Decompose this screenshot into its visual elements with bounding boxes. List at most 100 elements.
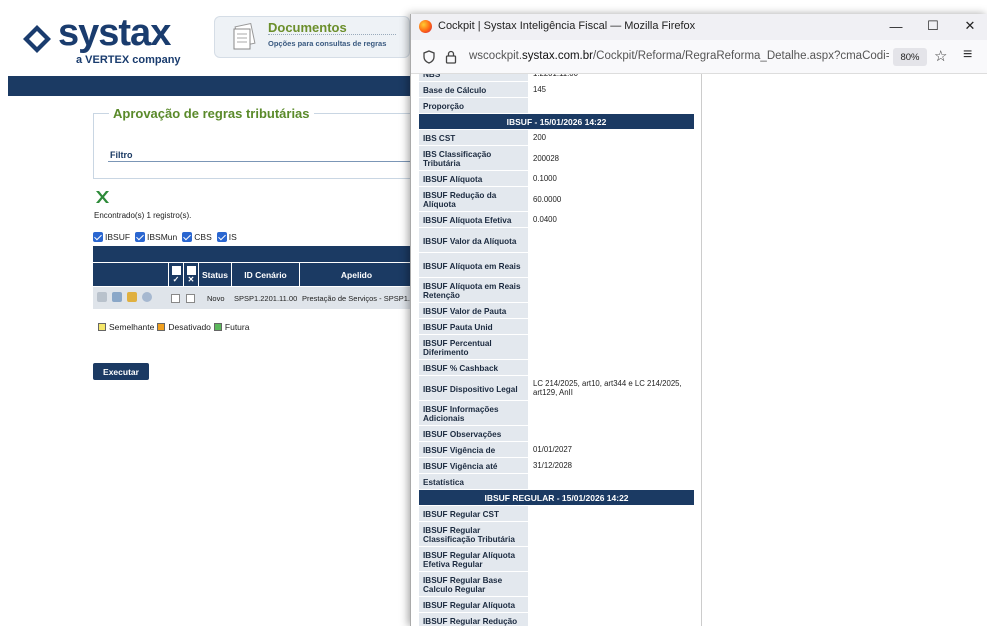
detail-row: IBS CST 200 — [419, 130, 694, 145]
zoom-level[interactable]: 80% — [893, 48, 927, 66]
edit-icon[interactable] — [127, 292, 137, 302]
logo-subtitle: a VERTEX company — [76, 54, 181, 66]
window-title: Cockpit | Systax Inteligência Fiscal — M… — [438, 20, 696, 32]
detail-row: IBSUF Observações — [419, 426, 694, 441]
detail-value — [531, 253, 694, 277]
detail-value: 200 — [533, 133, 547, 142]
details-icon[interactable] — [142, 292, 152, 302]
url-text[interactable]: wscockpit.systax.com.br/Cockpit/Reforma/… — [469, 50, 889, 62]
id-cenario-column-header[interactable]: ID Cenário — [231, 263, 299, 287]
detail-label: IBSUF % Cashback — [419, 360, 528, 375]
excel-export-icon[interactable] — [95, 190, 109, 204]
detail-label: IBS CST — [419, 130, 528, 145]
detail-row: IBSUF Alíquota Efetiva 0.0400 — [419, 212, 694, 227]
lock-icon[interactable] — [445, 50, 457, 64]
documents-icon — [233, 23, 256, 50]
shield-icon[interactable] — [423, 50, 435, 64]
view-icon[interactable] — [112, 292, 122, 302]
detail-label: Base de Cálculo — [419, 82, 528, 97]
section-header: IBSUF REGULAR - 15/01/2026 14:22 — [419, 490, 694, 505]
ibsuf-checkbox[interactable] — [93, 232, 103, 242]
detail-value — [531, 303, 694, 318]
detail-label: Proporção — [419, 98, 528, 113]
print-icon[interactable] — [97, 292, 107, 302]
status-column-header[interactable]: Status — [198, 263, 231, 287]
detail-label: NBS — [419, 74, 528, 81]
row-apelido: Prestação de Serviços - SPSP1.2 — [302, 293, 413, 303]
execute-button[interactable]: Executar — [93, 363, 149, 380]
detail-value — [531, 335, 694, 359]
detail-row: IBSUF Regular Base Calculo Regular — [419, 572, 694, 596]
systax-logo[interactable]: systax a VERTEX company — [22, 12, 182, 68]
detail-row: IBSUF Vigência até 31/12/2028 — [419, 458, 694, 473]
detail-label: IBSUF Alíquota Efetiva — [419, 212, 528, 227]
apelido-column-header[interactable]: Apelido — [299, 263, 413, 287]
is-checkbox[interactable] — [216, 232, 227, 242]
detail-value — [531, 613, 694, 626]
maximize-icon[interactable]: ☐ — [922, 16, 944, 36]
documentos-menu[interactable]: Documentos Opções para consultas de regr… — [214, 16, 410, 58]
detail-value — [531, 360, 694, 375]
semelhante-swatch — [98, 323, 106, 331]
table-row[interactable]: Novo SPSP1.2201.11.00 Prestação de Servi… — [93, 287, 413, 309]
detail-value — [531, 547, 694, 571]
ibsuf-label: IBSUF — [105, 232, 131, 242]
row-reject-checkbox[interactable] — [186, 287, 195, 309]
menu-icon[interactable]: ≡ — [963, 46, 972, 64]
detail-label: IBSUF Regular CST — [419, 506, 528, 521]
reject-all-checkbox[interactable] — [186, 266, 196, 275]
window-titlebar[interactable]: Cockpit | Systax Inteligência Fiscal — M… — [411, 14, 987, 40]
dotted-divider — [268, 34, 396, 35]
futura-label: Futura — [224, 322, 250, 332]
check-icon: ✓ — [172, 275, 180, 284]
cbs-checkbox[interactable] — [182, 232, 193, 242]
desativado-label: Desativado — [168, 322, 211, 332]
detail-row: IBSUF Percentual Diferimento — [419, 335, 694, 359]
detail-row: IBSUF Regular Alíquota Efetiva Regular — [419, 547, 694, 571]
ibsmun-label: IBSMun — [147, 232, 178, 242]
detail-value — [531, 319, 694, 334]
detail-value — [531, 228, 694, 252]
detail-row: IBSUF % Cashback — [419, 360, 694, 375]
detail-row: IBSUF Regular CST — [419, 506, 694, 521]
bookmark-star-icon[interactable]: ☆ — [934, 47, 947, 65]
detail-row: Proporção — [419, 98, 694, 113]
documentos-title: Documentos — [268, 20, 347, 35]
detail-row: Base de Cálculo 145 — [419, 82, 694, 97]
section-title: Aprovação de regras tributárias — [109, 106, 314, 121]
filter-underline — [108, 161, 413, 162]
minimize-icon[interactable]: — — [885, 16, 907, 36]
firefox-popup-window: Cockpit | Systax Inteligência Fiscal — M… — [410, 14, 987, 626]
detail-label: IBSUF Alíquota em Reais Retenção — [419, 278, 528, 302]
detail-value — [531, 426, 694, 441]
detail-row: IBSUF Alíquota 0.1000 — [419, 171, 694, 186]
detail-row: IBSUF Valor da Alíquota — [419, 228, 694, 252]
detail-label: IBSUF Alíquota — [419, 171, 528, 186]
records-found-text: Encontrado(s) 1 registro(s). — [94, 211, 192, 220]
futura-swatch — [213, 323, 222, 331]
detail-label: IBSUF Regular Alíquota Efetiva Regular — [419, 547, 528, 571]
detail-row: IBSUF Regular Redução da Alíquota — [419, 613, 694, 626]
detail-row: IBSUF Alíquota em Reais — [419, 253, 694, 277]
detail-value — [531, 572, 694, 596]
filter-toggle[interactable]: Filtro — [110, 150, 133, 160]
status-legend: Semelhante Desativado Futura — [98, 322, 249, 332]
x-icon: ✕ — [187, 275, 195, 284]
detail-value — [531, 278, 694, 302]
detail-row: Estatística — [419, 474, 694, 489]
detail-value: 145 — [533, 85, 547, 94]
address-bar[interactable]: wscockpit.systax.com.br/Cockpit/Reforma/… — [411, 40, 987, 74]
desativado-swatch — [157, 323, 166, 331]
ibsmun-checkbox[interactable] — [135, 232, 146, 242]
reject-all-header[interactable]: ✕ — [183, 263, 198, 287]
approve-all-checkbox[interactable] — [171, 266, 181, 275]
detail-label: IBSUF Regular Alíquota — [419, 597, 528, 612]
row-id-cenario: SPSP1.2201.11.00 — [234, 293, 298, 303]
detail-row: IBSUF Vigência de 01/01/2027 — [419, 442, 694, 457]
approve-all-header[interactable]: ✓ — [168, 263, 183, 287]
detail-value: 01/01/2027 — [533, 445, 573, 454]
detail-value: 60.0000 — [533, 194, 562, 204]
detail-row: IBS Classificação Tributária 200028 — [419, 146, 694, 170]
close-icon[interactable]: ✕ — [959, 16, 981, 36]
row-approve-checkbox[interactable] — [171, 287, 180, 309]
